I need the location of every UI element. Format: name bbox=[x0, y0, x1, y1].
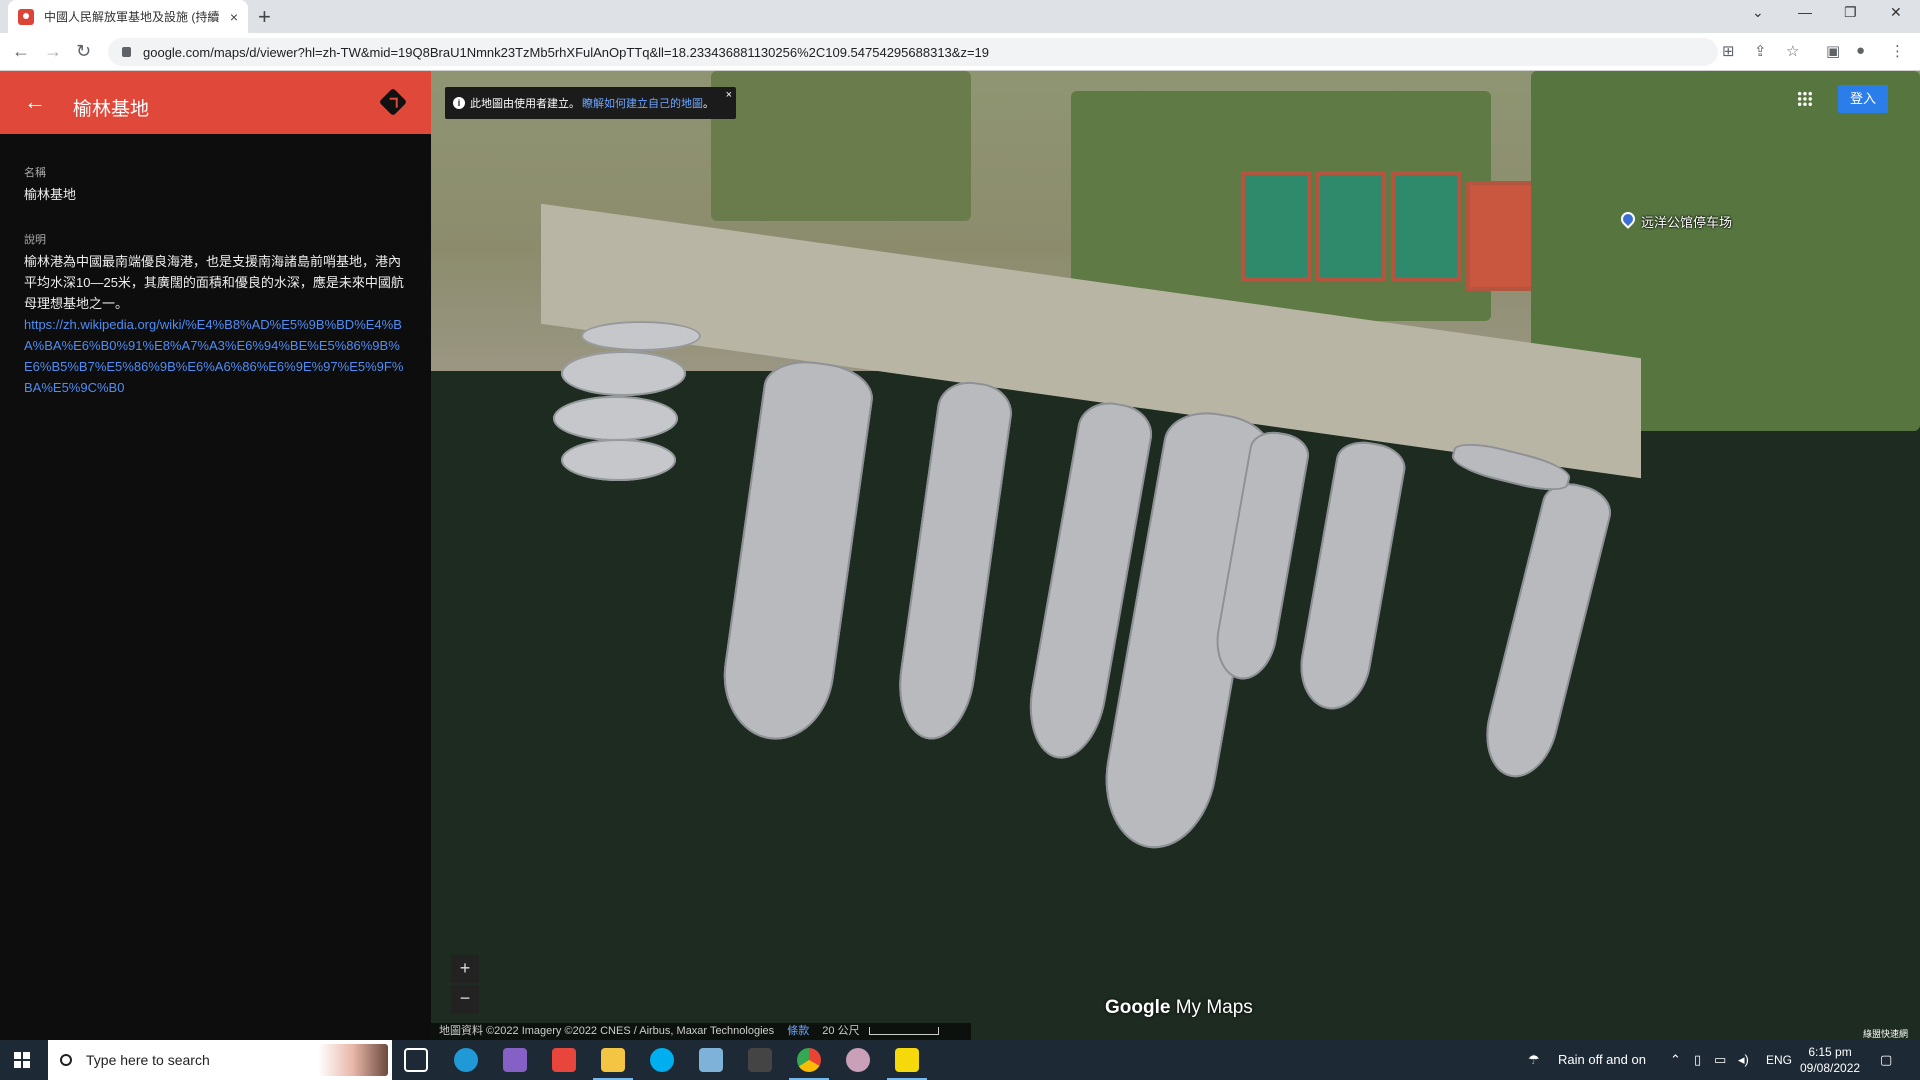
browser-toolbar: ← → ↻ google.com/maps/d/viewer?hl=zh-TW&… bbox=[0, 33, 1920, 71]
edge-icon[interactable] bbox=[454, 1048, 478, 1072]
share-icon[interactable]: ⇪ bbox=[1754, 42, 1767, 60]
task-view-icon[interactable] bbox=[404, 1048, 428, 1072]
ship bbox=[891, 377, 1016, 745]
zoom-in-button[interactable]: + bbox=[451, 955, 479, 983]
ship bbox=[1293, 436, 1409, 716]
court bbox=[1316, 171, 1386, 281]
google-my-maps-logo: Google My Maps bbox=[1105, 997, 1253, 1019]
boat bbox=[561, 439, 676, 481]
description-text: 榆林港為中國最南端優良海港，也是支援南海諸島前哨基地，港內平均水深10—25米，… bbox=[24, 254, 404, 311]
close-window-button[interactable]: ✕ bbox=[1890, 4, 1902, 21]
notifications-icon[interactable]: ▢ bbox=[1880, 1040, 1892, 1080]
skype-icon[interactable] bbox=[650, 1048, 674, 1072]
search-icon bbox=[60, 1054, 72, 1066]
terms-link[interactable]: 條款 bbox=[787, 1025, 809, 1037]
panel-title: 榆林基地 bbox=[73, 99, 150, 120]
apps-grid-icon[interactable] bbox=[1797, 91, 1813, 107]
language-indicator[interactable]: ENG bbox=[1766, 1040, 1792, 1080]
file-explorer-icon[interactable] bbox=[593, 1048, 633, 1080]
corner-watermark: 綠盟快速網 bbox=[1863, 1029, 1909, 1039]
back-arrow-icon[interactable]: ← bbox=[24, 89, 46, 115]
windows-start-icon[interactable] bbox=[14, 1052, 30, 1068]
search-highlight-image bbox=[318, 1044, 388, 1076]
brand-google: Google bbox=[1105, 997, 1171, 1018]
tray-chevron-icon[interactable]: ⌃ bbox=[1670, 1040, 1681, 1080]
sticky-notes-icon[interactable] bbox=[887, 1048, 927, 1080]
name-label: 名稱 bbox=[24, 167, 46, 179]
lock-icon bbox=[122, 47, 131, 57]
tab-close-icon[interactable]: × bbox=[230, 9, 238, 25]
terminal-icon[interactable] bbox=[748, 1048, 772, 1072]
minimize-button[interactable]: — bbox=[1798, 4, 1812, 20]
map-attribution: 地圖資料 ©2022 Imagery ©2022 CNES / Airbus, … bbox=[431, 1023, 971, 1040]
info-suffix: 。 bbox=[703, 98, 714, 110]
boat bbox=[581, 321, 701, 351]
clock-date: 09/08/2022 bbox=[1800, 1061, 1861, 1075]
scale-label[interactable]: 20 公尺 bbox=[822, 1025, 859, 1037]
taskbar-search[interactable]: Type here to search bbox=[48, 1040, 392, 1080]
zoom-out-button[interactable]: − bbox=[451, 985, 479, 1013]
sign-in-button[interactable]: 登入 bbox=[1838, 85, 1888, 113]
clock-time: 6:15 pm bbox=[1808, 1045, 1852, 1059]
panel-header: ← 榆林基地 bbox=[0, 71, 431, 134]
search-placeholder: Type here to search bbox=[86, 1052, 210, 1068]
feature-details-panel: ← 榆林基地 名稱 榆林基地 說明 榆林港為中國最南端優良海港，也是支援南海諸島… bbox=[0, 71, 431, 1040]
chrome-icon[interactable] bbox=[789, 1048, 829, 1080]
boat bbox=[561, 351, 686, 396]
description-label: 說明 bbox=[24, 234, 46, 246]
scale-bar bbox=[868, 1027, 939, 1036]
weather-text[interactable]: Rain off and on bbox=[1558, 1040, 1646, 1080]
network-icon[interactable]: ▭ bbox=[1714, 1040, 1726, 1080]
name-value: 榆林基地 bbox=[24, 187, 77, 202]
info-icon: i bbox=[453, 97, 465, 109]
tab-search-icon[interactable]: ⌄ bbox=[1752, 4, 1764, 21]
directions-icon[interactable] bbox=[378, 87, 408, 117]
brand-mymaps: My Maps bbox=[1175, 997, 1253, 1018]
address-bar[interactable]: google.com/maps/d/viewer?hl=zh-TW&mid=19… bbox=[108, 38, 1718, 66]
tab-title: 中國人民解放軍基地及設施 (持續 bbox=[44, 10, 220, 24]
taskbar: Type here to search ☂ Rain off and on ⌃ … bbox=[0, 1040, 1920, 1080]
profile-avatar-icon[interactable]: ● bbox=[1856, 42, 1865, 59]
court bbox=[1466, 181, 1536, 291]
clock[interactable]: 6:15 pm 09/08/2022 bbox=[1800, 1044, 1860, 1076]
maps-favicon-icon bbox=[18, 8, 34, 25]
side-panel-icon[interactable]: ▣ bbox=[1826, 42, 1840, 60]
pin-label[interactable]: 远洋公馆停车场 bbox=[1641, 212, 1732, 231]
map-canvas[interactable]: i 此地圖由使用者建立。 瞭解如何建立自己的地圖 。 × 登入 远洋公馆停车场 … bbox=[431, 71, 1920, 1040]
close-banner-icon[interactable]: × bbox=[726, 89, 732, 101]
bookmark-star-icon[interactable]: ☆ bbox=[1786, 42, 1799, 60]
app-icon[interactable] bbox=[699, 1048, 723, 1072]
restore-button[interactable]: ❐ bbox=[1844, 4, 1857, 21]
volume-icon[interactable]: ◂) bbox=[1738, 1040, 1749, 1080]
boat bbox=[553, 396, 678, 441]
app-icon[interactable] bbox=[552, 1048, 576, 1072]
reload-icon[interactable]: ↻ bbox=[76, 41, 91, 62]
description-link[interactable]: https://zh.wikipedia.org/wiki/%E4%B8%AD%… bbox=[24, 314, 408, 398]
field-area bbox=[711, 71, 971, 221]
forward-icon[interactable]: → bbox=[44, 41, 62, 62]
url-text: google.com/maps/d/viewer?hl=zh-TW&mid=19… bbox=[143, 44, 989, 60]
app-icon[interactable] bbox=[846, 1048, 870, 1072]
menu-kebab-icon[interactable]: ⋮ bbox=[1890, 42, 1905, 60]
info-banner: i 此地圖由使用者建立。 瞭解如何建立自己的地圖 。 × bbox=[445, 87, 736, 119]
browser-tab[interactable]: 中國人民解放軍基地及設施 (持續 × bbox=[8, 0, 248, 33]
usb-icon[interactable]: ▯ bbox=[1694, 1040, 1701, 1080]
learn-more-link[interactable]: 瞭解如何建立自己的地圖 bbox=[582, 95, 703, 111]
ship bbox=[715, 355, 877, 747]
ship bbox=[1475, 476, 1617, 786]
visual-studio-icon[interactable] bbox=[503, 1048, 527, 1072]
court bbox=[1391, 171, 1461, 281]
translate-icon[interactable]: ⊞ bbox=[1722, 42, 1735, 60]
court bbox=[1241, 171, 1311, 281]
tab-strip: 中國人民解放軍基地及設施 (持續 × + ⌄ — ❐ ✕ bbox=[0, 0, 1920, 33]
weather-icon[interactable]: ☂ bbox=[1528, 1040, 1540, 1080]
info-text: 此地圖由使用者建立。 bbox=[470, 98, 580, 110]
attribution-text: 地圖資料 ©2022 Imagery ©2022 CNES / Airbus, … bbox=[439, 1025, 775, 1037]
new-tab-button[interactable]: + bbox=[258, 4, 271, 30]
back-icon[interactable]: ← bbox=[12, 41, 30, 62]
